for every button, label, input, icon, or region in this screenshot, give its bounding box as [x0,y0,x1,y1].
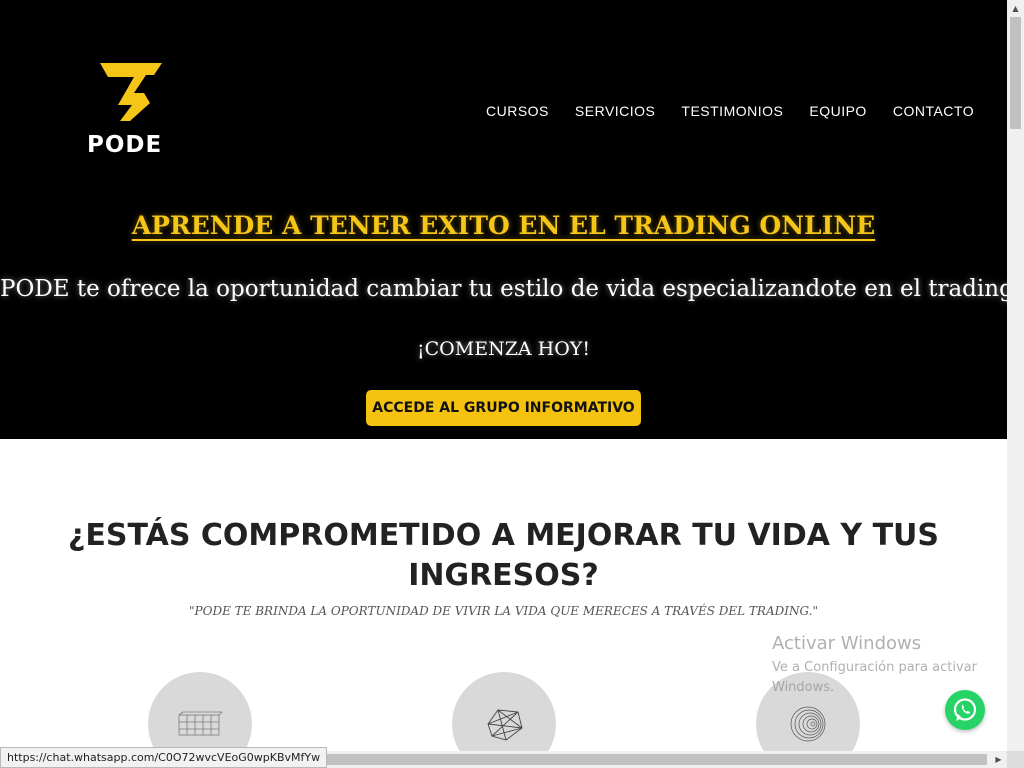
nav-servicios[interactable]: SERVICIOS [575,103,656,119]
whatsapp-icon [953,698,977,721]
nav-equipo[interactable]: EQUIPO [809,103,866,119]
nav-testimonios[interactable]: TESTIMONIOS [681,103,783,119]
main-nav: CURSOS SERVICIOS TESTIMONIOS EQUIPO CONT… [486,103,974,119]
vertical-scrollbar[interactable]: ▲ [1007,0,1024,751]
scrollbar-corner [1007,751,1024,768]
section-quote: "PODE TE BRINDA LA OPORTUNIDAD DE VIVIR … [189,604,818,618]
spiral-sphere-icon [790,706,826,742]
wireframe-shape-icon [487,709,523,741]
windows-activation-title: Activar Windows [772,633,922,654]
scroll-right-arrow-icon[interactable]: ▶ [990,751,1007,768]
page: PODE CURSOS SERVICIOS TESTIMONIOS EQUIPO… [0,0,1007,751]
vertical-scroll-thumb[interactable] [1010,17,1021,129]
logo[interactable]: PODE [84,60,184,160]
whatsapp-button[interactable] [945,690,985,730]
hero-title: APRENDE A TENER EXITO EN EL TRADING ONLI… [131,211,876,240]
logo-text: PODE [87,132,163,158]
pode-logo-icon [100,63,162,121]
section-title: ¿ESTÁS COMPROMETIDO A MEJORAR TU VIDA Y … [67,518,940,593]
scroll-up-arrow-icon[interactable]: ▲ [1007,0,1024,17]
join-group-button[interactable]: ACCEDE AL GRUPO INFORMATIVO [366,390,641,426]
grid-box-icon [178,711,223,736]
status-bar-url: https://chat.whatsapp.com/C0O72wvcVEoG0w… [0,747,328,768]
hero-cta-text: ¡COMENZA HOY! [417,338,590,360]
nav-cursos[interactable]: CURSOS [486,103,549,119]
hero-subtitle: PODE te ofrece la oportunidad cambiar tu… [0,276,1007,302]
feature-circle-1 [148,672,252,751]
nav-contacto[interactable]: CONTACTO [893,103,974,119]
feature-circle-2 [452,672,556,751]
hero-section: PODE CURSOS SERVICIOS TESTIMONIOS EQUIPO… [0,0,1007,439]
